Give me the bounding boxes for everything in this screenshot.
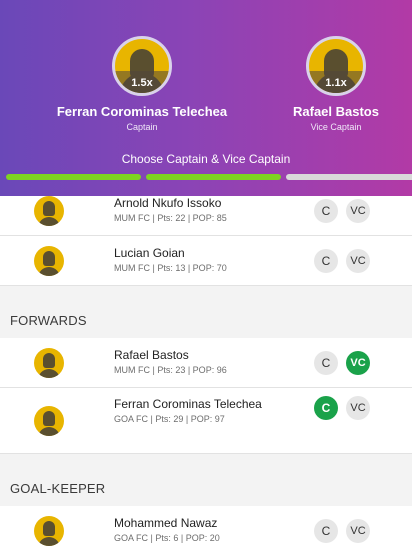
- captain-button[interactable]: C: [314, 350, 338, 375]
- section-header-forwards: FORWARDS: [0, 286, 412, 338]
- player-stats: GOA FC | Pts: 29 | POP: 97: [114, 414, 225, 424]
- section-header-goal-keeper: GOAL-KEEPER: [0, 454, 412, 506]
- captain-button[interactable]: C: [314, 518, 338, 543]
- player-stats: MUM FC | Pts: 22 | POP: 85: [114, 213, 227, 223]
- progress-step-3: [286, 174, 412, 180]
- vice-captain-button[interactable]: VC: [346, 396, 370, 420]
- player-avatar-icon: [34, 245, 64, 276]
- player-list: Arnold Nkufo Issoko MUM FC | Pts: 22 | P…: [0, 182, 412, 548]
- captain-multiplier: 1.5x: [131, 77, 153, 89]
- vice-captain-pick[interactable]: 1.1x Rafael Bastos Vice Captain: [258, 36, 412, 132]
- progress-step-1: [6, 174, 141, 180]
- vice-captain-avatar-icon: 1.1x: [306, 36, 366, 96]
- vice-captain-name: Rafael Bastos: [293, 104, 379, 119]
- player-name: Mohammed Nawaz: [114, 516, 218, 530]
- player-row: Ferran Corominas Telechea GOA FC | Pts: …: [0, 388, 412, 454]
- player-row: Mohammed Nawaz GOA FC | Pts: 6 | POP: 20…: [0, 506, 412, 548]
- player-stats: GOA FC | Pts: 6 | POP: 20: [114, 533, 220, 543]
- section-title: FORWARDS: [10, 313, 87, 328]
- player-avatar-icon: [34, 515, 64, 546]
- vice-captain-role: Vice Captain: [310, 122, 362, 132]
- vice-captain-button[interactable]: VC: [346, 198, 370, 223]
- player-name: Lucian Goian: [114, 246, 185, 260]
- captain-button[interactable]: C: [314, 248, 338, 273]
- player-stats: MUM FC | Pts: 23 | POP: 96: [114, 365, 227, 375]
- vice-captain-button[interactable]: VC: [346, 518, 370, 543]
- captain-role: Captain: [126, 122, 158, 132]
- captain-name: Ferran Corominas Telechea: [56, 104, 228, 119]
- progress-step-2: [146, 174, 281, 180]
- captain-button[interactable]: C: [314, 198, 338, 223]
- choose-instruction: Choose Captain & Vice Captain: [121, 152, 291, 166]
- player-avatar-icon: [34, 405, 64, 436]
- captain-button-selected[interactable]: C: [314, 396, 338, 420]
- player-name: Rafael Bastos: [114, 348, 189, 362]
- vice-captain-button-selected[interactable]: VC: [346, 350, 370, 375]
- player-row: Lucian Goian MUM FC | Pts: 13 | POP: 70 …: [0, 236, 412, 286]
- player-avatar-icon: [34, 347, 64, 378]
- player-row: Rafael Bastos MUM FC | Pts: 23 | POP: 96…: [0, 338, 412, 388]
- vice-captain-button[interactable]: VC: [346, 248, 370, 273]
- player-name: Arnold Nkufo Issoko: [114, 196, 222, 210]
- captain-selection-header: 1.5x Ferran Corominas Telechea Captain 1…: [0, 0, 412, 196]
- section-title: GOAL-KEEPER: [10, 481, 106, 496]
- player-avatar-icon: [34, 195, 64, 226]
- player-stats: MUM FC | Pts: 13 | POP: 70: [114, 263, 227, 273]
- captain-avatar-icon: 1.5x: [112, 36, 172, 96]
- captain-pick[interactable]: 1.5x Ferran Corominas Telechea Captain: [52, 36, 232, 132]
- player-name: Ferran Corominas Telechea: [114, 397, 262, 411]
- vice-captain-multiplier: 1.1x: [325, 77, 347, 89]
